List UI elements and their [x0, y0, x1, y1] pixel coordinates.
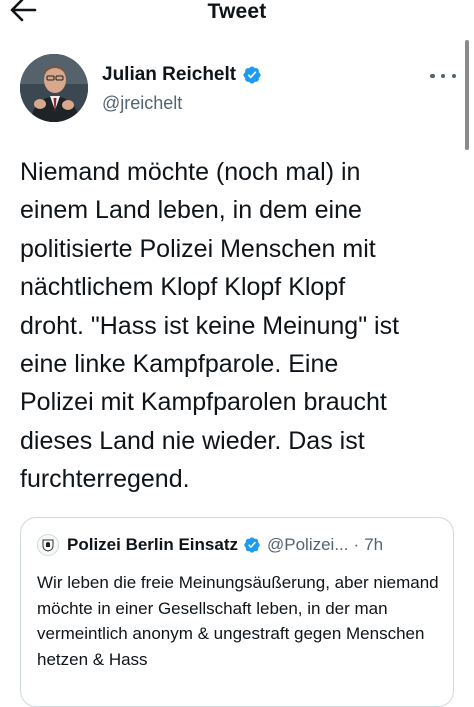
quoted-tweet-time[interactable]: 7h	[364, 535, 383, 555]
author-block: Julian Reichelt @jreichelt	[20, 54, 460, 126]
more-dot	[440, 73, 446, 79]
scrollbar[interactable]	[465, 40, 469, 150]
separator-dot: ·	[353, 535, 360, 554]
page-title: Tweet	[207, 0, 267, 23]
quoted-tweet-text: Wir leben die freie Meinungsäußerung, ab…	[37, 573, 439, 669]
verified-badge-icon	[243, 66, 261, 84]
author-handle[interactable]: @jreichelt	[102, 93, 182, 114]
verified-badge-icon	[244, 537, 260, 553]
more-options-button[interactable]	[430, 66, 456, 86]
author-avatar[interactable]	[20, 54, 88, 122]
quoted-author-name[interactable]: Polizei Berlin Einsatz	[67, 535, 238, 555]
quoted-author-avatar[interactable]	[37, 534, 59, 556]
tweet-text: Niemand möchte (noch mal) in einem Land …	[20, 158, 400, 494]
top-bar: Tweet	[0, 0, 474, 34]
more-dot	[451, 73, 456, 79]
avatar-photo	[20, 54, 88, 122]
more-horizontal-icon	[430, 73, 435, 79]
author-name[interactable]: Julian Reichelt	[102, 64, 236, 86]
quoted-tweet-header: Polizei Berlin Einsatz @Polizei... · 7h	[37, 534, 383, 556]
quoted-author-handle[interactable]: @Polizei...	[267, 535, 349, 555]
police-badge-icon	[42, 539, 54, 552]
quoted-tweet[interactable]: Polizei Berlin Einsatz @Polizei... · 7h …	[20, 517, 454, 707]
